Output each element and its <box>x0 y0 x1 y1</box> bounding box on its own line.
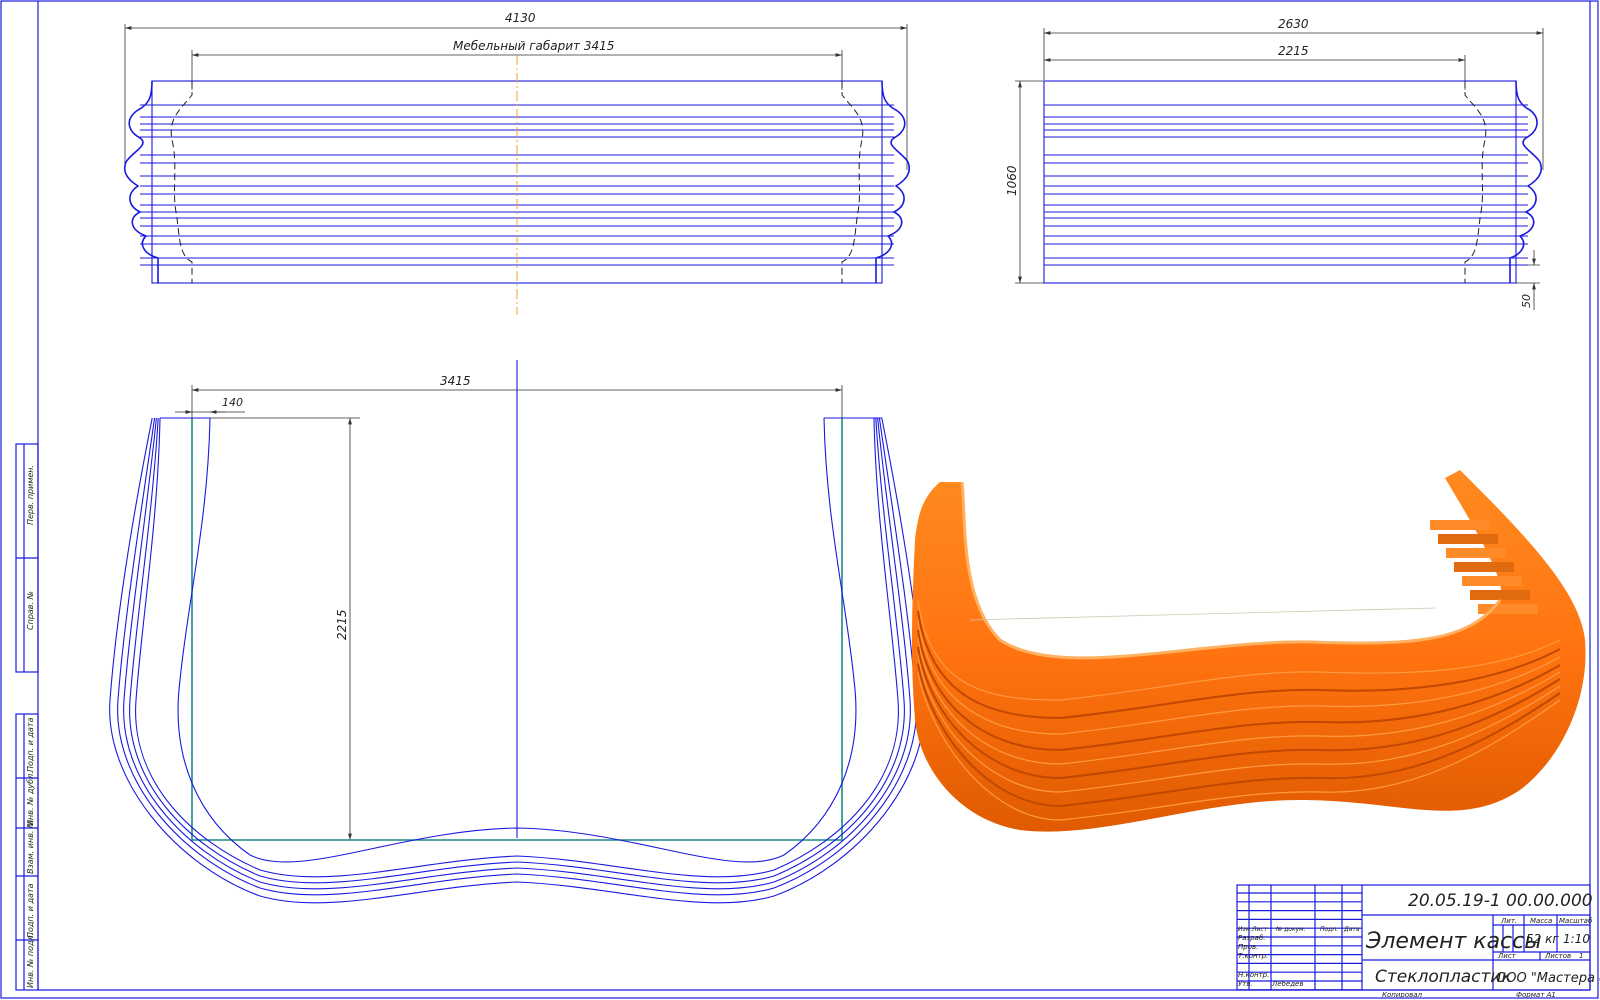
plan-view: 3415 140 2215 <box>109 360 925 904</box>
tb-tkontr: Т.контр. <box>1238 952 1268 960</box>
stamp-vzam-inv: Взам. инв. № <box>26 820 35 874</box>
render-step <box>1454 562 1514 572</box>
front-view: 4130 Мебельный габарит 3415 <box>123 11 911 315</box>
tb-name: Элемент кассы <box>1365 929 1542 954</box>
dim-plan-depth: 2215 <box>335 609 349 640</box>
tb-mass-label: Масса <box>1530 917 1552 925</box>
tb-copied: Копировал <box>1382 991 1423 999</box>
side-stamp: Перв. примен. Справ. № Подп. и дата Инв.… <box>15 443 39 991</box>
stamp-podp-data-2: Подп. и дата <box>26 883 35 938</box>
tb-prov: Пров. <box>1238 943 1258 951</box>
tb-col-sign: Подп. <box>1320 926 1338 933</box>
tb-company: ООО "Мастера форм" <box>1496 971 1600 986</box>
dim-plan-edge: 140 <box>222 396 243 409</box>
tb-col-list: Лист <box>1251 926 1268 933</box>
tb-col-date: Дата <box>1343 926 1360 933</box>
stamp-inv-podl: Инв. № подл. <box>26 933 35 988</box>
stamp-sprav: Справ. № <box>26 591 35 630</box>
tb-col-izm: Изм. <box>1238 926 1252 933</box>
tb-razrab: Разраб. <box>1238 934 1266 942</box>
dim-side-overall: 2630 <box>1278 17 1309 31</box>
render-step <box>1430 520 1490 530</box>
dim-side-base: 50 <box>1520 294 1533 308</box>
dim-front-inner: Мебельный габарит 3415 <box>453 39 614 53</box>
tb-lit-label: Лит. <box>1500 917 1517 925</box>
render-step <box>1438 534 1498 544</box>
dim-plan-width: 3415 <box>440 374 471 388</box>
stamp-perv-primen: Перв. примен. <box>26 465 35 525</box>
tb-designation: 20.05.19-1 00.00.000 <box>1408 891 1593 911</box>
side-view: 2630 2215 1060 50 <box>1005 17 1544 310</box>
tb-sheets-label: Листов <box>1544 952 1571 960</box>
dim-side-height: 1060 <box>1005 165 1019 196</box>
tb-col-doc: № докум. <box>1275 926 1306 933</box>
tb-mass: 52 кг <box>1526 932 1559 946</box>
render-step <box>1470 590 1530 600</box>
tb-format: Формат А1 <box>1516 991 1556 999</box>
stamp-inv-dubl: Инв. № дубл. <box>26 771 35 826</box>
tb-sheets-value: 1 <box>1579 952 1583 960</box>
dim-side-inner: 2215 <box>1278 44 1309 58</box>
tb-designer: Лебедев <box>1271 980 1303 988</box>
tb-sheet-label: Лист <box>1497 952 1517 960</box>
stamp-podp-data-1: Подп. и дата <box>26 717 35 772</box>
drawing-sheet: Перв. примен. Справ. № Подп. и дата Инв.… <box>0 0 1600 999</box>
title-block: 20.05.19-1 00.00.000 Элемент кассы Стекл… <box>1236 884 1600 999</box>
tb-utv: Утв. <box>1238 980 1253 988</box>
tb-scale: 1:10 <box>1563 932 1590 946</box>
render-step <box>1446 548 1506 558</box>
tb-scale-label: Масштаб <box>1559 917 1593 925</box>
dim-front-overall: 4130 <box>505 11 536 25</box>
tb-material: Стеклопластик <box>1375 967 1512 987</box>
tb-nkontr: Н.контр. <box>1238 971 1269 979</box>
render-step <box>1462 576 1522 586</box>
render-3d <box>911 470 1586 832</box>
